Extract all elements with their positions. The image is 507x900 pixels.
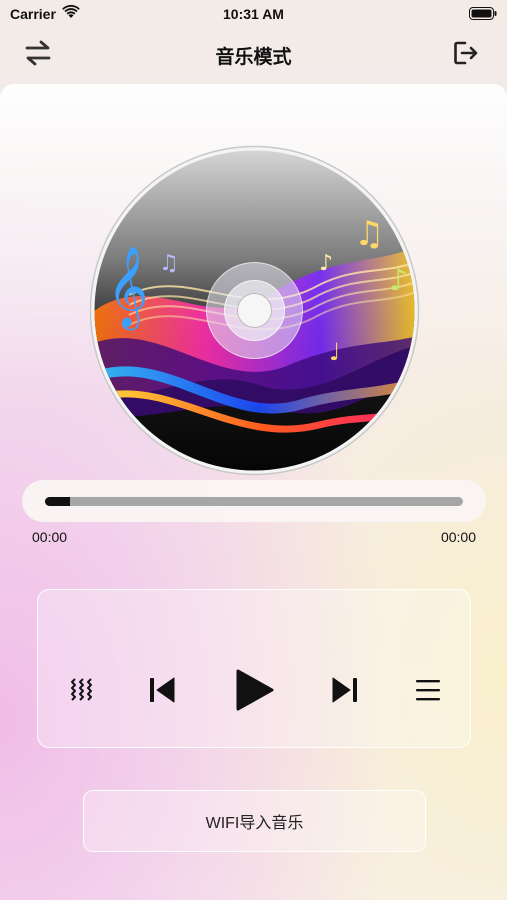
play-mode-button[interactable] [64, 672, 100, 708]
total-duration: 00:00 [440, 529, 476, 545]
svg-text:♩: ♩ [329, 338, 340, 366]
playlist-button[interactable] [410, 672, 446, 708]
nav-bar: 音乐模式 [0, 30, 507, 76]
svg-text:♫: ♫ [159, 251, 179, 276]
playback-controls [37, 589, 471, 748]
next-button[interactable] [327, 672, 363, 708]
progress-track [22, 480, 486, 522]
play-button[interactable] [232, 668, 276, 712]
wave-mode-icon [71, 678, 92, 701]
logout-icon[interactable] [453, 40, 479, 66]
svg-text:𝄞: 𝄞 [107, 245, 148, 330]
progress-fill [45, 497, 71, 506]
wifi-import-button[interactable]: WIFI导入音乐 [83, 790, 426, 852]
play-icon [236, 669, 274, 711]
svg-text:♪: ♪ [389, 263, 408, 298]
page-title: 音乐模式 [215, 47, 292, 68]
progress-slider[interactable] [45, 497, 463, 506]
elapsed-time: 00:00 [32, 529, 68, 545]
status-bar: Carrier 10:31 AM [0, 0, 507, 28]
album-disc-artwork: 𝄞 ♫ ♪ ♪ ♫ ♩ [89, 145, 420, 476]
previous-button[interactable] [144, 672, 180, 708]
skip-next-icon [332, 677, 357, 703]
clock: 10:31 AM [223, 6, 284, 22]
playlist-icon [416, 680, 440, 701]
svg-text:♫: ♫ [354, 214, 384, 254]
battery-icon [469, 7, 497, 20]
svg-text:♪: ♪ [319, 251, 333, 276]
skip-previous-icon [150, 677, 175, 703]
wifi-import-label: WIFI导入音乐 [205, 815, 304, 832]
